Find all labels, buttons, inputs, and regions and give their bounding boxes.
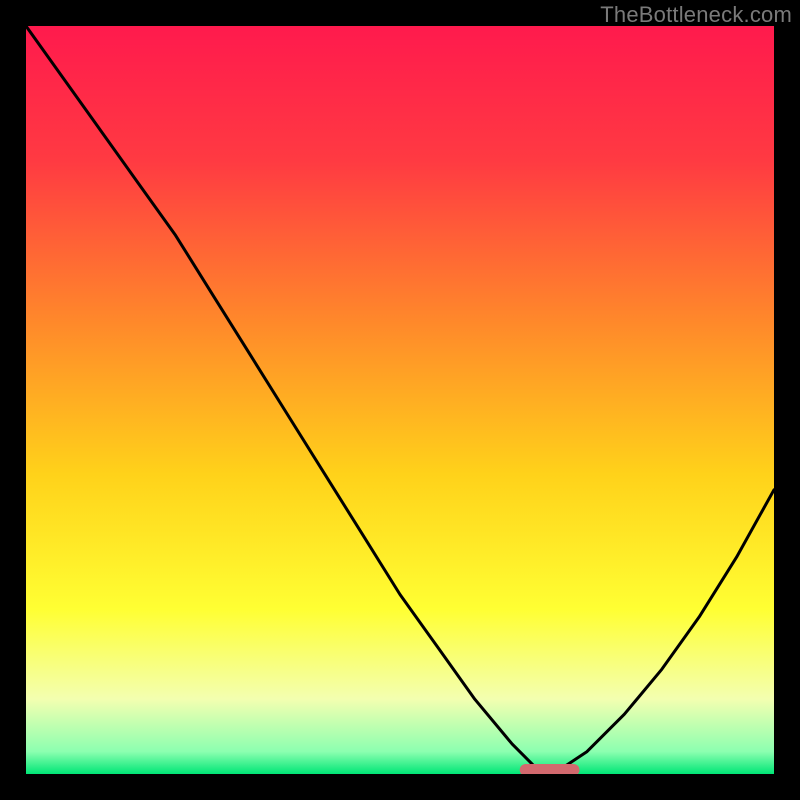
- chart-svg: [26, 26, 774, 774]
- gradient-background: [26, 26, 774, 774]
- plot-area: [26, 26, 774, 774]
- chart-container: TheBottleneck.com: [0, 0, 800, 800]
- optimal-marker: [520, 764, 580, 774]
- watermark-text: TheBottleneck.com: [600, 2, 792, 28]
